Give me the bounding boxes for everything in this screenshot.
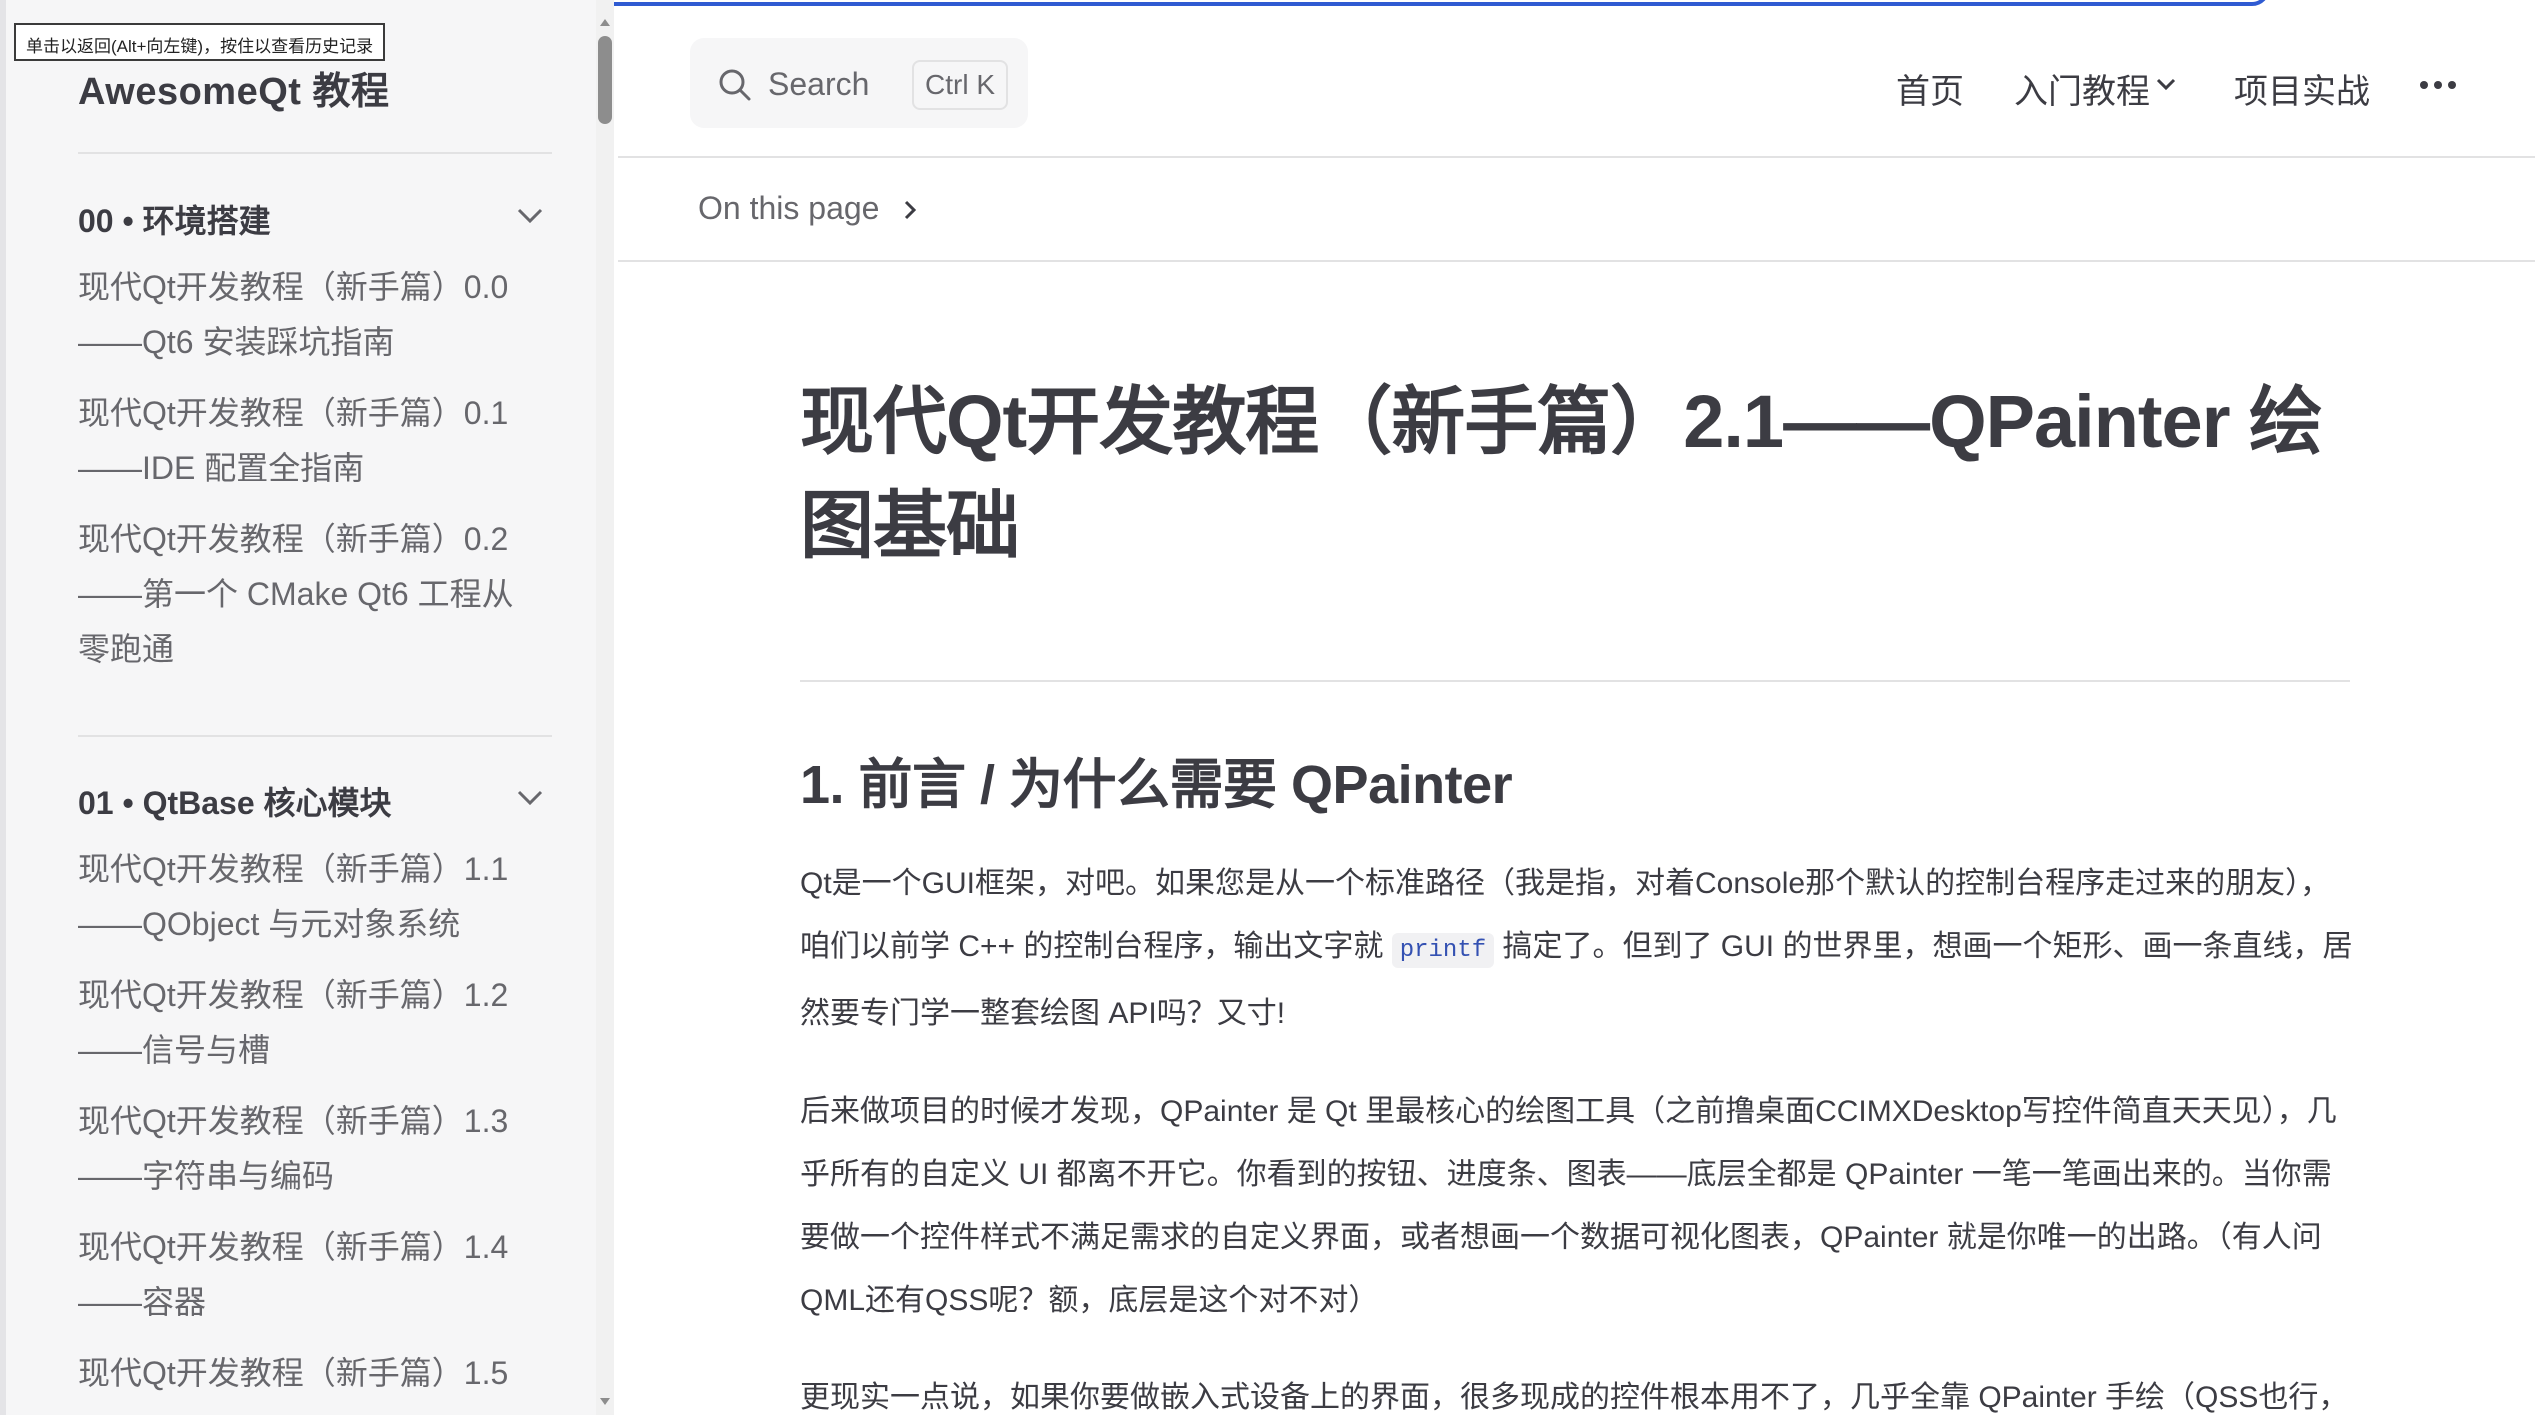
content-divider — [800, 680, 2350, 682]
chevron-right-icon[interactable] — [898, 198, 922, 222]
topbar-divider — [618, 156, 2535, 158]
sidebar-scroll-thumb[interactable] — [598, 36, 612, 124]
sidebar-item[interactable]: 现代Qt开发教程（新手篇）1.3 ——字符串与编码 — [78, 1094, 548, 1204]
chevron-down-icon[interactable] — [510, 778, 550, 818]
on-this-page-toggle[interactable]: On this page — [698, 190, 879, 227]
search-button[interactable]: Search Ctrl K — [690, 38, 1028, 128]
search-label: Search — [768, 66, 870, 102]
chevron-down-icon[interactable] — [510, 196, 550, 236]
more-horizontal-icon[interactable] — [2418, 70, 2458, 100]
search-icon — [719, 69, 751, 101]
sidebar-scrollbar[interactable] — [596, 0, 614, 1415]
nav-link-tutorials[interactable]: 入门教程 — [2014, 64, 2150, 113]
sidebar-item[interactable]: 现代Qt开发教程（新手篇）0.2 ——第一个 CMake Qt6 工程从 零跑通 — [78, 512, 548, 677]
sidebar-item[interactable]: 现代Qt开发教程（新手篇）1.2 ——信号与槽 — [78, 968, 548, 1078]
nav-link-projects[interactable]: 项目实战 — [2234, 64, 2370, 113]
paragraph-body: 后来做项目的时候才发现，QPainter 是 Qt 里最核心的绘图工具（之前撸桌… — [800, 1095, 2337, 1317]
on-this-page-divider — [618, 260, 2535, 262]
sidebar-title[interactable]: AwesomeQt 教程 — [78, 60, 390, 115]
sidebar-item[interactable]: 现代Qt开发教程（新手篇）1.1 ——QObject 与元对象系统 — [78, 842, 548, 952]
sidebar-item[interactable]: 现代Qt开发教程（新手篇）0.0 ——Qt6 安装踩坑指南 — [78, 260, 548, 370]
scroll-up-arrow-icon[interactable] — [598, 16, 612, 30]
browser-page: 单击以返回(Alt+向左键)，按住以查看历史记录 AwesomeQt 教程 00… — [0, 0, 2535, 1415]
sidebar-group-title[interactable]: 00 • 环境搭建 — [78, 196, 271, 242]
nav-link-home[interactable]: 首页 — [1896, 64, 1964, 113]
sidebar-divider — [78, 735, 552, 737]
sidebar-item[interactable]: 现代Qt开发教程（新手篇）1.5 — [78, 1346, 548, 1401]
scroll-down-arrow-icon[interactable] — [598, 1394, 612, 1408]
search-shortcut: Ctrl K — [912, 60, 1008, 110]
back-button-tooltip: 单击以返回(Alt+向左键)，按住以查看历史记录 — [14, 23, 386, 61]
sidebar-divider — [78, 152, 552, 154]
sidebar-item[interactable]: 现代Qt开发教程（新手篇）1.4 ——容器 — [78, 1220, 548, 1330]
sidebar-group-title[interactable]: 01 • QtBase 核心模块 — [78, 778, 392, 824]
sidebar: AwesomeQt 教程 00 • 环境搭建 现代Qt开发教程（新手篇）0.0 … — [0, 0, 596, 1415]
chevron-down-icon[interactable] — [2154, 72, 2178, 96]
paragraph-body: 更现实一点说，如果你要做嵌入式设备上的界面，很多现成的控件根本用不了，几乎全靠 … — [800, 1381, 2349, 1414]
inline-code: printf — [1391, 933, 1495, 968]
sidebar-item[interactable]: 现代Qt开发教程（新手篇）0.1 ——IDE 配置全指南 — [78, 386, 548, 496]
page-title: 现代Qt开发教程（新手篇）2.1——QPainter 绘图基础 — [800, 380, 2323, 567]
section-heading: 1. 前言 / 为什么需要 QPainter — [800, 755, 1513, 815]
paragraph-intro: Qt是一个GUI框架，对吧。如果您是从一个标准路径（我是指，对着Console那… — [800, 852, 2360, 1045]
